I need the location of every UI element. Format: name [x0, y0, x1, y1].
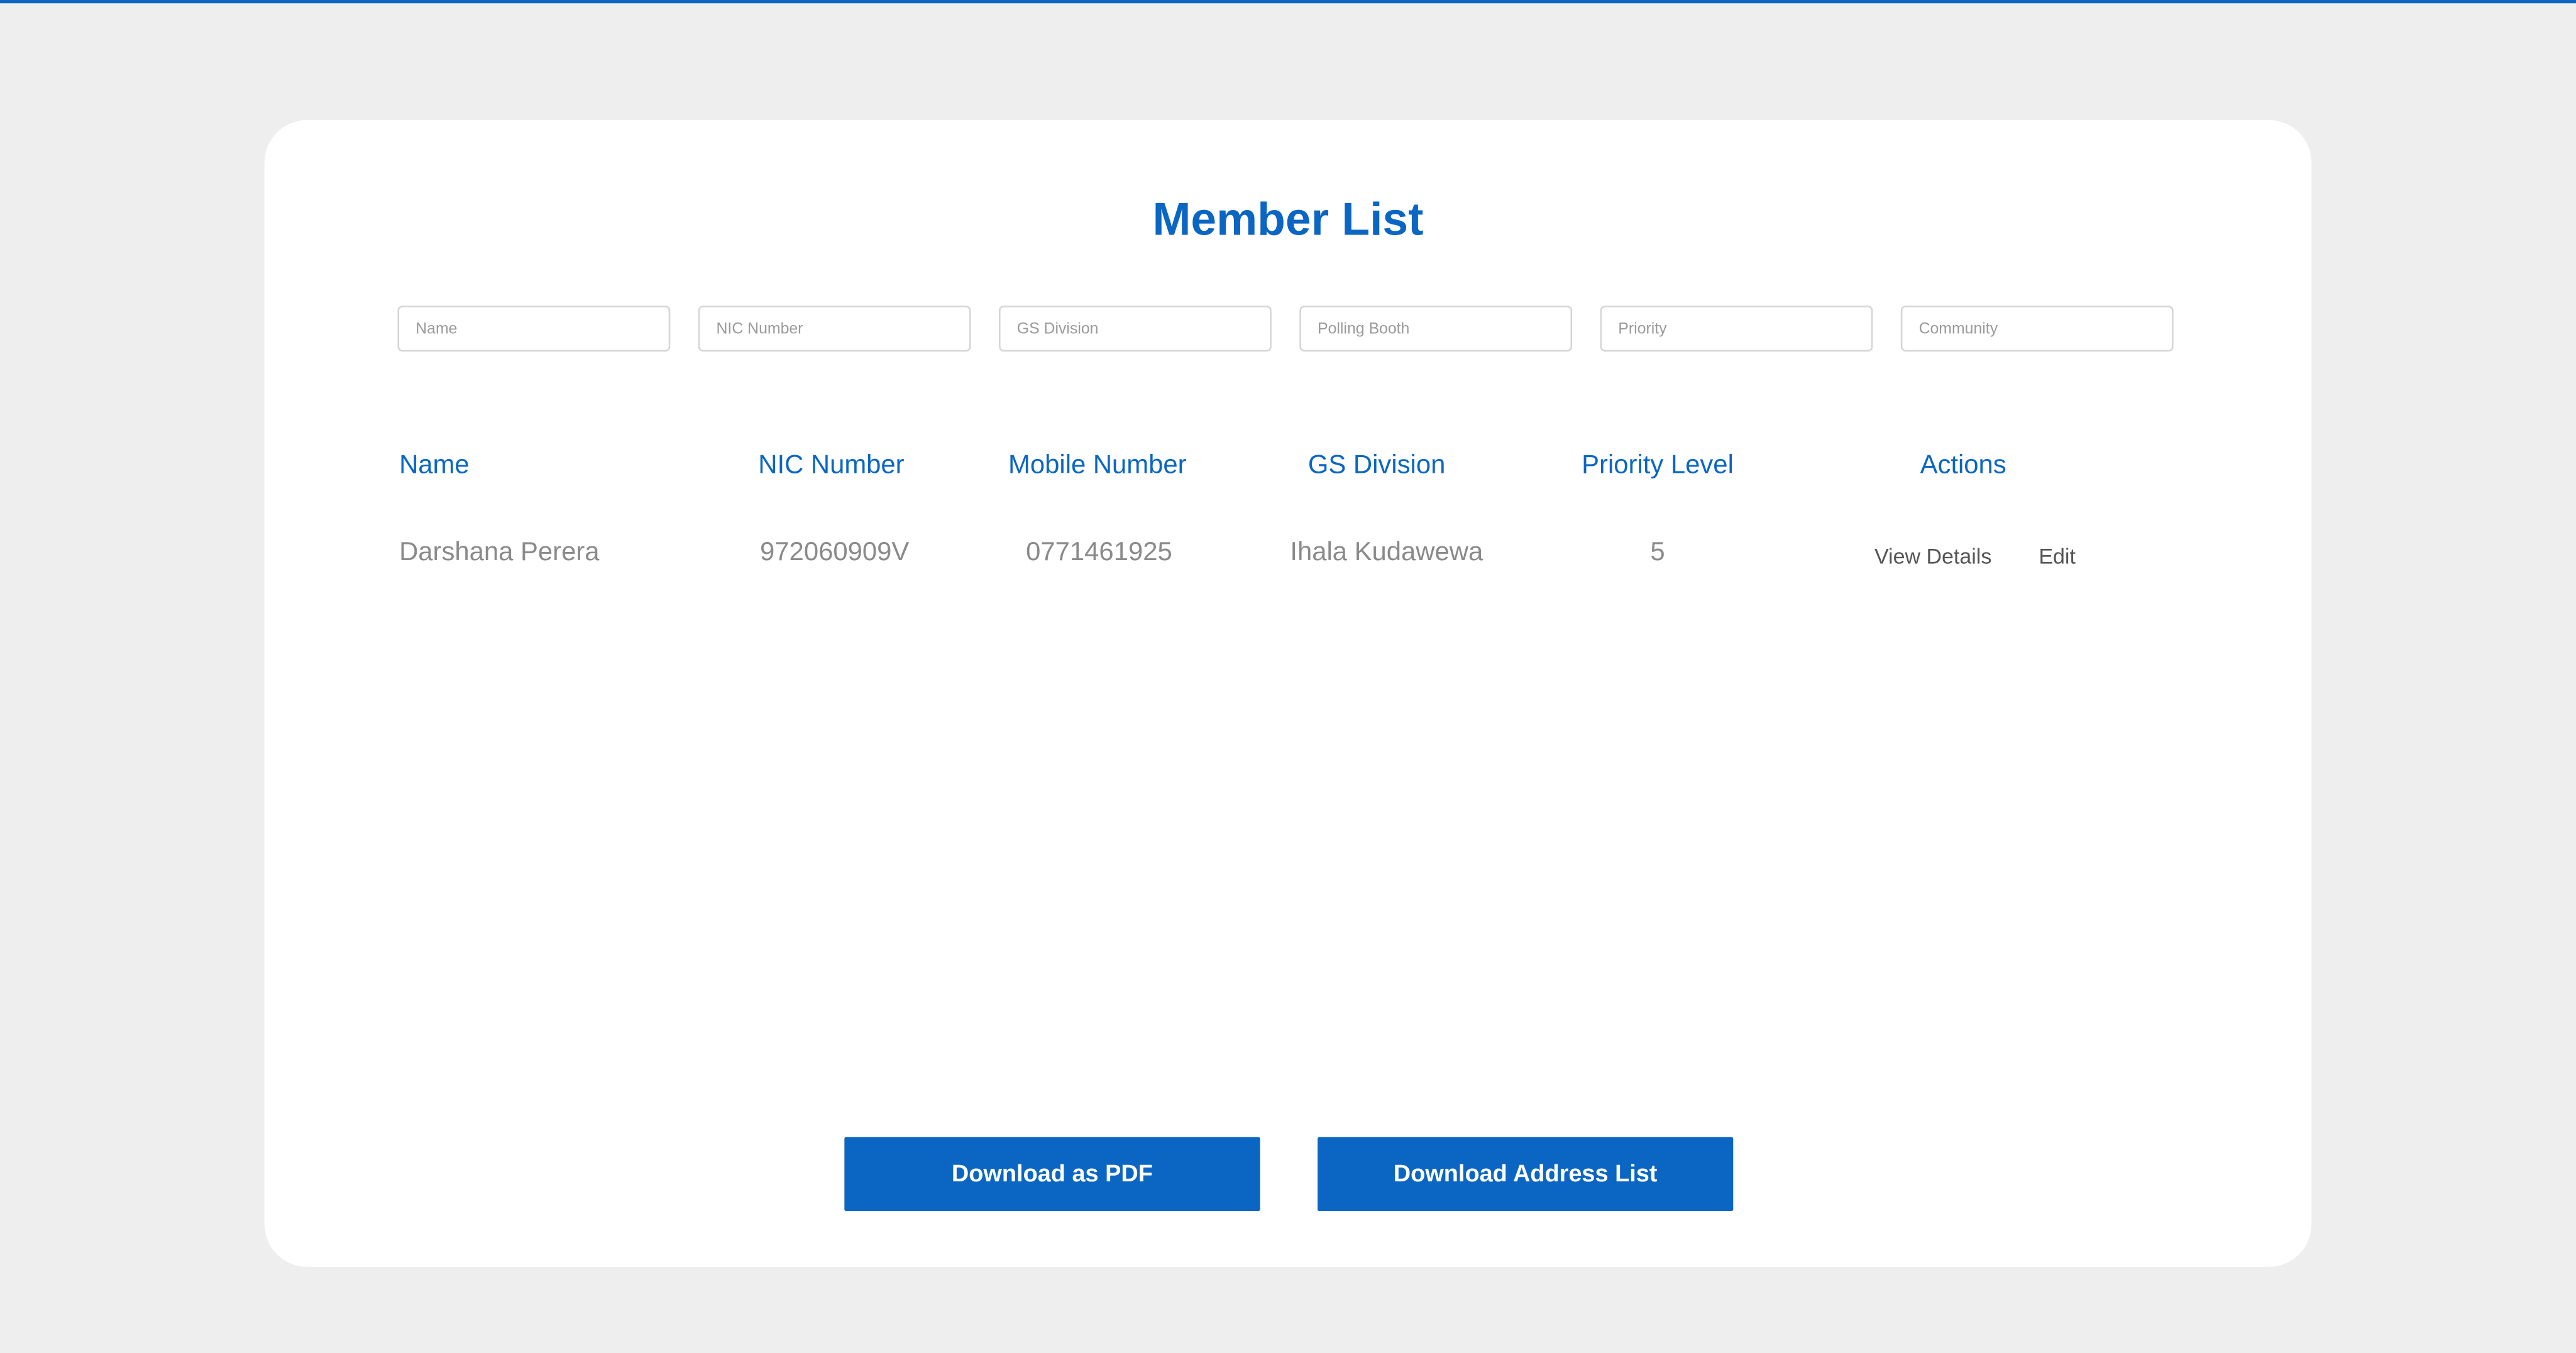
header-gs-division: GS Division [1307, 451, 1446, 480]
header-name: Name [399, 451, 470, 480]
member-list-card [264, 119, 2312, 1267]
header-actions: Actions [1920, 451, 2006, 480]
page-title: Member List [1152, 194, 1424, 245]
view-details-link[interactable]: View Details [1874, 544, 1991, 568]
cell-gs-division: Ihala Kudawewa [1290, 539, 1483, 567]
header-mobile: Mobile Number [1008, 451, 1187, 480]
polling-booth-filter-input[interactable] [1299, 306, 1573, 352]
page: Member List Name NIC Number Mobile Numbe… [0, 0, 2576, 1352]
community-filter-input[interactable] [1900, 306, 2174, 352]
priority-filter-input[interactable] [1600, 306, 1873, 352]
header-nic: NIC Number [758, 451, 905, 480]
download-address-list-button[interactable]: Download Address List [1318, 1137, 1734, 1212]
name-filter-input[interactable] [397, 306, 671, 352]
cell-priority: 5 [1650, 539, 1665, 567]
nic-filter-input[interactable] [698, 306, 971, 352]
download-pdf-button[interactable]: Download as PDF [844, 1137, 1260, 1212]
gs-division-filter-input[interactable] [999, 306, 1272, 352]
cell-mobile: 0771461925 [1026, 539, 1172, 567]
cell-nic: 972060909V [760, 539, 910, 567]
edit-link[interactable]: Edit [2039, 544, 2076, 568]
cell-name: Darshana Perera [399, 539, 600, 567]
header-priority: Priority Level [1582, 451, 1734, 480]
top-accent-bar [0, 0, 2576, 3]
